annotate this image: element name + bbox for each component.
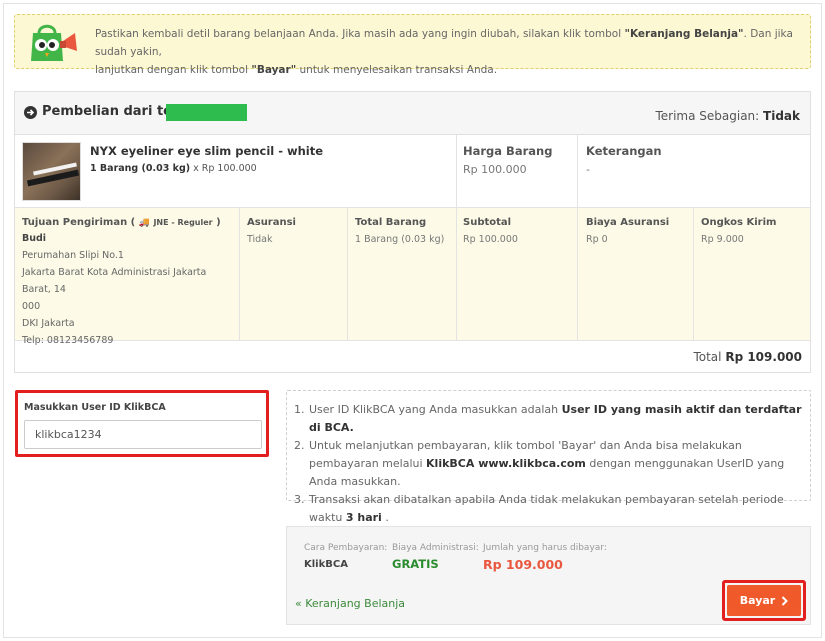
recipient-name: Budi [22, 233, 47, 244]
shipping-summary: Tujuan Pengiriman ( 🚚 JNE - Reguler ) Bu… [15, 207, 810, 346]
order-total: Total Rp 109.000 [693, 350, 802, 364]
partial-accept: Terima Sebagian: Tidak [655, 109, 800, 123]
fee-value: GRATIS [392, 557, 439, 571]
notice-text: Pastikan kembali detil barang belanjaan … [95, 28, 793, 76]
note-column: Keterangan - [586, 144, 662, 176]
shipping-cost-column: Ongkos Kirim Rp 9.000 [701, 217, 777, 245]
product-name[interactable]: NYX eyeliner eye slim pencil - white [90, 144, 323, 158]
amount-value: Rp 109.000 [483, 557, 563, 572]
klikbca-label: Masukkan User ID KlikBCA [24, 402, 166, 413]
fee-label: Biaya Administrasi: [392, 543, 479, 553]
shipping-destination: Tujuan Pengiriman ( 🚚 JNE - Reguler ) Bu… [22, 217, 221, 346]
total-items-column: Total Barang 1 Barang (0.03 kg) [355, 217, 445, 245]
order-panel: Pembelian dari toko: Terima Sebagian: Ti… [14, 91, 811, 373]
price-column: Harga Barang Rp 100.000 [463, 144, 553, 176]
price-value: Rp 100.000 [463, 163, 527, 176]
instruction-item: 2. Untuk melanjutkan pembayaran, klik tom… [294, 439, 785, 488]
note-value: - [586, 163, 590, 176]
back-to-cart-link[interactable]: « Keranjang Belanja [295, 597, 405, 610]
amount-label: Jumlah yang harus dibayar: [483, 543, 607, 553]
insurance-fee-column: Biaya Asuransi Rp 0 [586, 217, 670, 245]
product-quantity: 1 Barang (0.03 kg) x Rp 100.000 [90, 163, 257, 174]
method-value: KlikBCA [304, 559, 348, 570]
instruction-item: 1. User ID KlikBCA yang Anda masukkan ada… [294, 403, 802, 434]
klikbca-userid-input[interactable] [24, 420, 262, 449]
pay-button-label: Bayar [739, 594, 776, 607]
subtotal-column: Subtotal Rp 100.000 [463, 217, 518, 245]
recipient-phone: Telp: 08123456789 [22, 335, 114, 346]
klikbca-userid-box: Masukkan User ID KlikBCA [15, 390, 269, 457]
truck-icon: 🚚 [138, 218, 150, 228]
pay-button-highlight: Bayar [722, 580, 806, 621]
product-image[interactable] [22, 142, 81, 201]
shopping-bag-mascot-icon [31, 24, 77, 61]
store-name-redacted [166, 104, 247, 121]
pay-button[interactable]: Bayar [727, 585, 801, 616]
chevron-right-icon [782, 595, 789, 606]
courier-name: JNE - Reguler [153, 218, 213, 227]
arrow-right-circle-icon [24, 106, 37, 119]
order-header: Pembelian dari toko: Terima Sebagian: Ti… [15, 92, 810, 135]
insurance-column: Asuransi Tidak [247, 217, 296, 245]
confirmation-notice: Pastikan kembali detil barang belanjaan … [14, 14, 811, 76]
payment-instructions: 1. User ID KlikBCA yang Anda masukkan ada… [286, 390, 811, 524]
instruction-item: 3. Transaksi akan dibatalkan apabila Anda… [294, 493, 784, 524]
method-label: Cara Pembayaran: [304, 543, 388, 553]
